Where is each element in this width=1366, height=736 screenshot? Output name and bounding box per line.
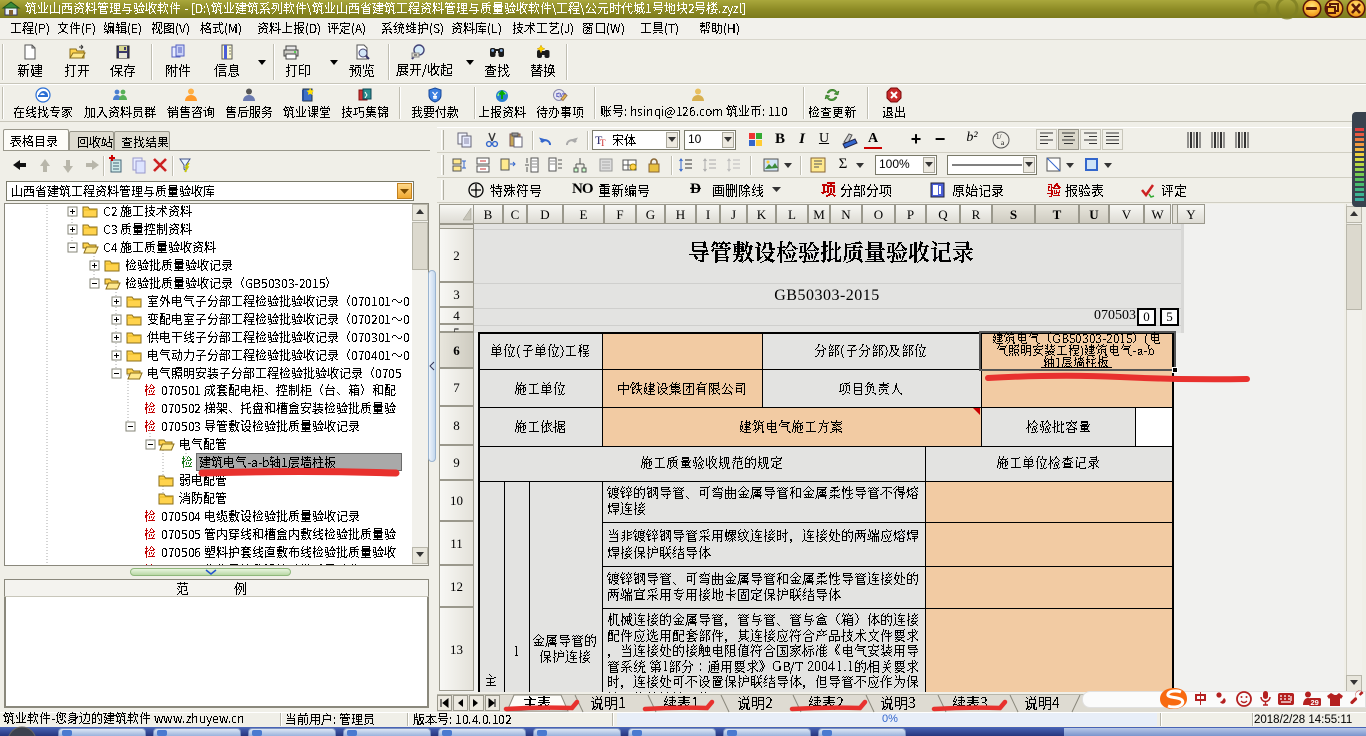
svg-text:T: T [600, 138, 606, 148]
svg-text:a: a [1001, 139, 1005, 147]
svg-text:29: 29 [1311, 698, 1319, 707]
